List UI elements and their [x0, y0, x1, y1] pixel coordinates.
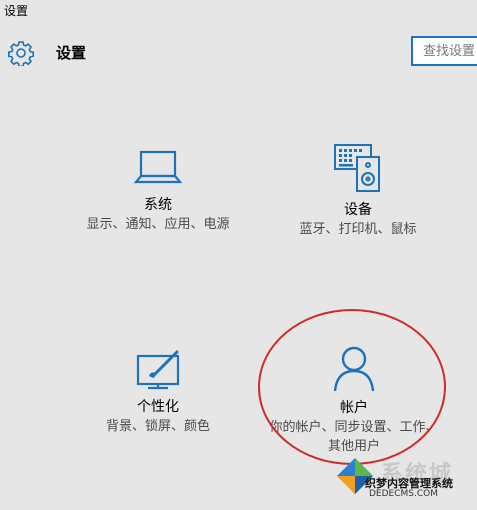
header: 设置: [0, 34, 477, 70]
category-title: 系统: [144, 197, 172, 213]
window-title: 设置: [4, 4, 29, 18]
watermark: 系统城 织梦内容管理系统 DEDECMS.COM: [325, 448, 477, 510]
page-title: 设置: [56, 44, 87, 62]
search-box[interactable]: [411, 36, 477, 66]
watermark-domain: DEDECMS.COM: [369, 489, 438, 499]
laptop-icon: [133, 150, 183, 184]
category-accounts[interactable]: 帐户 你的帐户、同步设置、工作、其他用户: [268, 345, 440, 456]
category-devices[interactable]: 设备 蓝牙、打印机、鼠标: [278, 143, 438, 239]
category-description: 蓝牙、打印机、鼠标: [299, 222, 417, 237]
category-system[interactable]: 系统 显示、通知、应用、电源: [72, 150, 244, 234]
category-title: 个性化: [137, 399, 179, 415]
keyboard-speaker-icon: [334, 144, 380, 192]
category-description: 背景、锁屏、颜色: [105, 419, 210, 434]
paint-monitor-icon: [136, 350, 180, 390]
category-title: 设备: [344, 202, 372, 218]
category-description: 显示、通知、应用、电源: [86, 217, 230, 232]
search-input[interactable]: [413, 38, 477, 64]
person-icon: [333, 346, 375, 392]
category-title: 帐户: [340, 400, 368, 416]
gear-icon: [8, 41, 34, 66]
category-personalization[interactable]: 个性化 背景、锁屏、颜色: [78, 350, 238, 436]
